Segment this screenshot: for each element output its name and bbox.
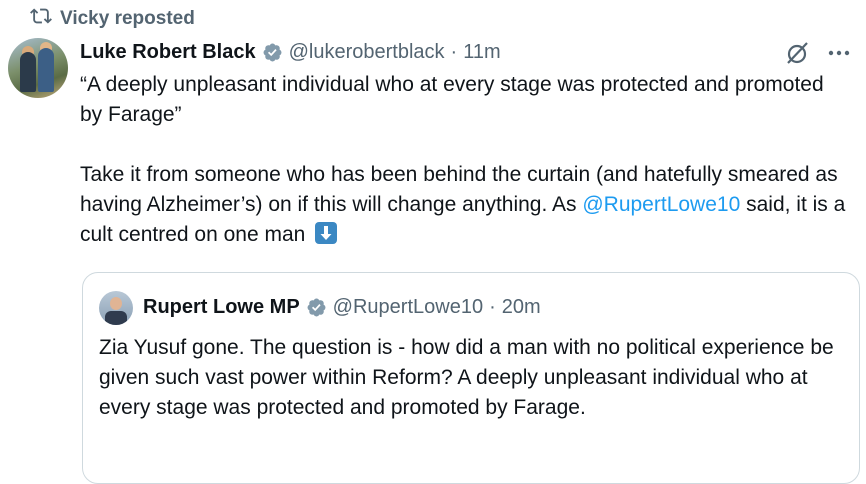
author-handle[interactable]: @lukerobertblack: [289, 41, 445, 64]
tweet-actions-top: [784, 40, 852, 66]
quote-separator-dot: ·: [489, 295, 496, 318]
separator-dot: ·: [450, 40, 458, 63]
author-name[interactable]: Luke Robert Black: [80, 41, 256, 64]
quote-avatar[interactable]: [99, 291, 133, 325]
repost-indicator[interactable]: Vicky reposted: [30, 6, 195, 32]
repost-icon: [30, 5, 52, 33]
quote-author-handle[interactable]: @RupertLowe10: [333, 296, 483, 319]
tweet-text-quote-line: “A deeply unpleasant individual who at e…: [80, 73, 830, 126]
avatar[interactable]: [8, 38, 68, 98]
quote-verified-badge-icon: [306, 297, 327, 318]
quote-author-name[interactable]: Rupert Lowe MP: [143, 296, 300, 319]
mention-link[interactable]: @RupertLowe10: [582, 193, 740, 216]
more-icon[interactable]: [826, 40, 852, 66]
quote-text: Zia Yusuf gone. The question is - how di…: [99, 336, 834, 419]
quote-timestamp[interactable]: 20m: [502, 296, 541, 319]
tweet-text: “A deeply unpleasant individual who at e…: [80, 70, 850, 250]
verified-badge-icon[interactable]: [262, 42, 283, 63]
down-arrow-emoji: [315, 222, 338, 244]
repost-label: Vicky reposted: [60, 8, 195, 29]
grok-icon[interactable]: [784, 40, 810, 66]
quoted-tweet-card[interactable]: Rupert Lowe MP @RupertLowe10 · 20m Zia Y…: [82, 272, 860, 484]
quote-header: Rupert Lowe MP @RupertLowe10 · 20m: [143, 293, 541, 321]
tweet-header: Luke Robert Black @lukerobertblack · 11m: [80, 38, 501, 66]
timestamp[interactable]: 11m: [463, 41, 500, 64]
